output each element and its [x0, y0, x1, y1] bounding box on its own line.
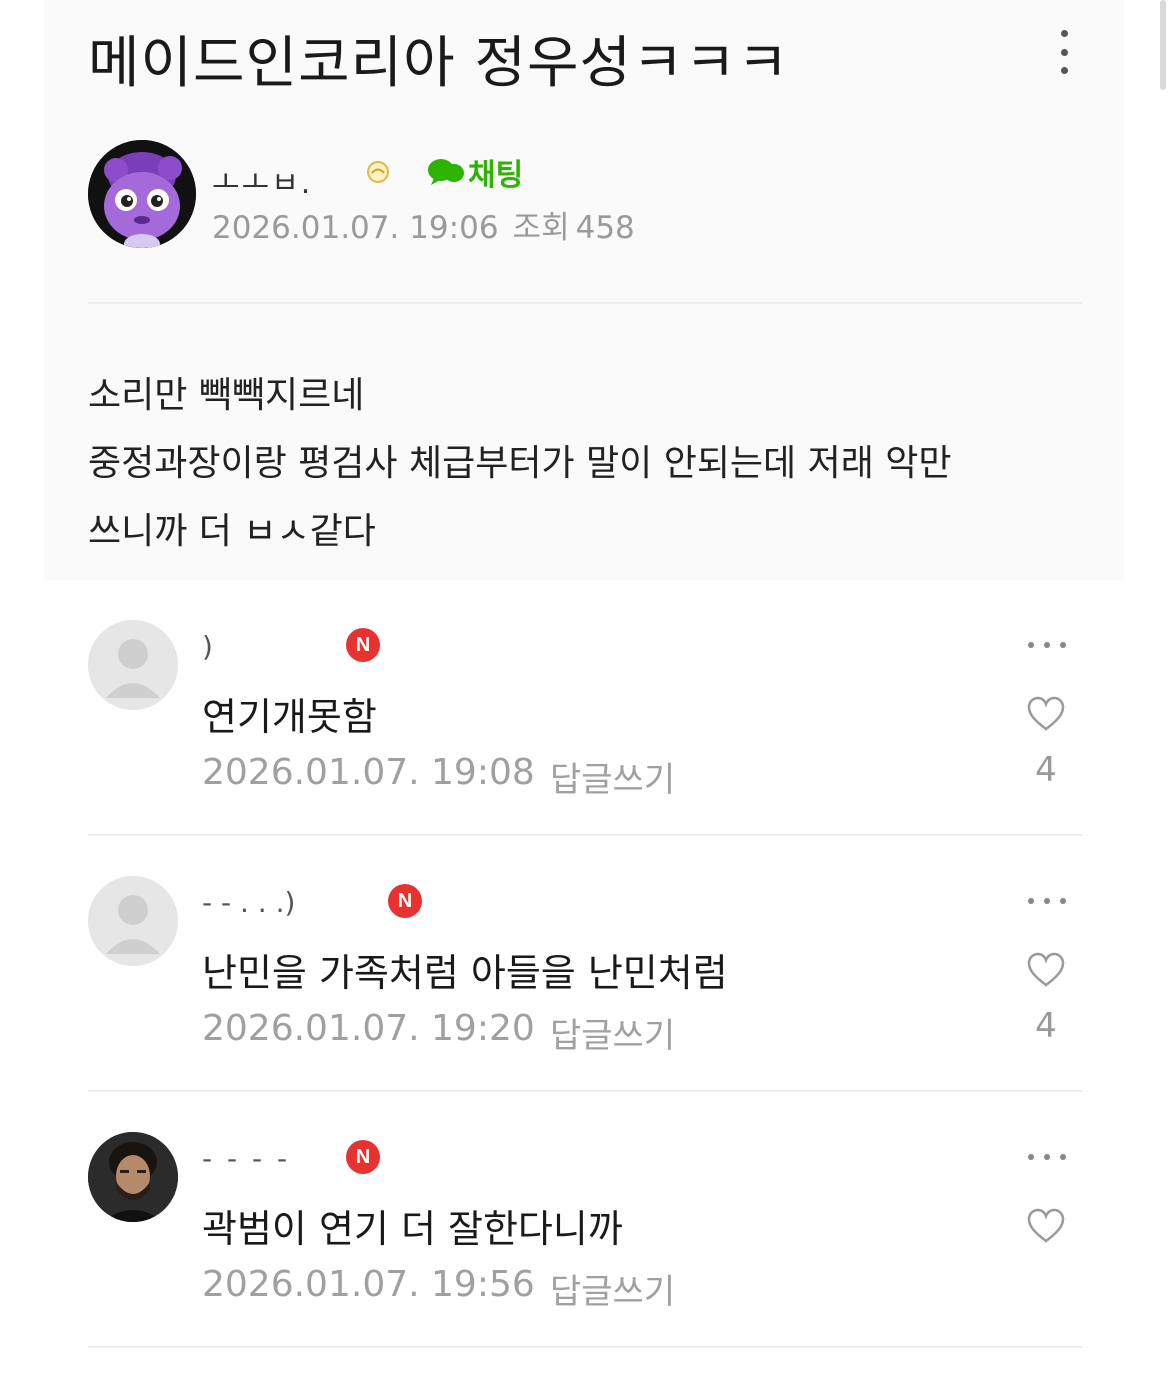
views-count: 458	[575, 210, 635, 246]
header-divider	[88, 302, 1082, 304]
like-count: 4	[1035, 1006, 1057, 1046]
ellipsis-horizontal-icon[interactable]	[1028, 640, 1066, 650]
ellipsis-horizontal-icon[interactable]	[1028, 1152, 1066, 1162]
commenter-avatar[interactable]	[88, 620, 178, 710]
author-name[interactable]: ㅗㅗㅂ.	[212, 158, 312, 202]
chat-bubble-icon	[428, 159, 464, 185]
post-body-line: 중정과장이랑 평검사 체급부터가 말이 안되는데 저래 악만	[88, 443, 952, 484]
new-badge: N	[388, 884, 422, 918]
comment-divider	[88, 1090, 1082, 1092]
post-body-line: 쓰니까 더 ㅂㅅ같다	[88, 511, 376, 552]
new-badge: N	[346, 628, 380, 662]
post-body: 소리만 빽빽지르네 중정과장이랑 평검사 체급부터가 말이 안되는데 저래 악만…	[88, 362, 1078, 566]
commenter-avatar[interactable]	[88, 1132, 178, 1222]
comment-date: 2026.01.07. 19:20	[202, 1008, 535, 1049]
comment-text: 곽범이 연기 더 잘한다니까	[202, 1207, 623, 1251]
heart-outline-icon[interactable]	[1026, 1208, 1066, 1244]
comment-divider	[88, 834, 1082, 836]
commenter-avatar[interactable]	[88, 876, 178, 966]
author-avatar[interactable]	[88, 140, 196, 248]
like-count: 4	[1035, 750, 1057, 790]
comment-item: ) N 연기개못함 2026.01.07. 19:08 답글쓰기 4	[0, 620, 1170, 870]
post-body-line: 소리만 빽빽지르네	[88, 375, 365, 416]
comment-date: 2026.01.07. 19:08	[202, 752, 535, 793]
scrollbar-thumb[interactable]	[1160, 0, 1166, 90]
chat-button[interactable]: 채팅	[426, 150, 523, 194]
heart-outline-icon[interactable]	[1026, 952, 1066, 988]
comment-text: 연기개못함	[202, 695, 377, 739]
ellipsis-horizontal-icon[interactable]	[1028, 896, 1066, 906]
new-badge: N	[346, 1140, 380, 1174]
chat-label: 채팅	[468, 158, 524, 193]
comment-divider	[88, 1346, 1082, 1348]
reply-button[interactable]: 답글쓰기	[550, 752, 675, 801]
post-meta: 2026.01.07. 19:06 조회 458	[212, 202, 635, 247]
more-options-icon[interactable]	[1052, 30, 1076, 74]
comment-item: - - . . .) N 난민을 가족처럼 아들을 난민처럼 2026.01.0…	[0, 876, 1170, 1126]
commenter-name[interactable]: - - - -	[202, 1142, 290, 1175]
reply-button[interactable]: 답글쓰기	[550, 1008, 675, 1057]
comment-text: 난민을 가족처럼 아들을 난민처럼	[202, 951, 728, 995]
post-title: 메이드인코리아 정우성ㅋㅋㅋ	[88, 31, 790, 96]
views-label: 조회	[512, 210, 570, 246]
heart-outline-icon[interactable]	[1026, 696, 1066, 732]
reply-button[interactable]: 답글쓰기	[550, 1264, 675, 1313]
commenter-name[interactable]: )	[202, 630, 216, 663]
commenter-name[interactable]: - - . . .)	[202, 886, 295, 919]
member-level-icon	[365, 158, 391, 184]
comment-date: 2026.01.07. 19:56	[202, 1264, 535, 1305]
post-date: 2026.01.07. 19:06	[212, 210, 499, 246]
comment-item: - - - - N 곽범이 연기 더 잘한다니까 2026.01.07. 19:…	[0, 1132, 1170, 1382]
